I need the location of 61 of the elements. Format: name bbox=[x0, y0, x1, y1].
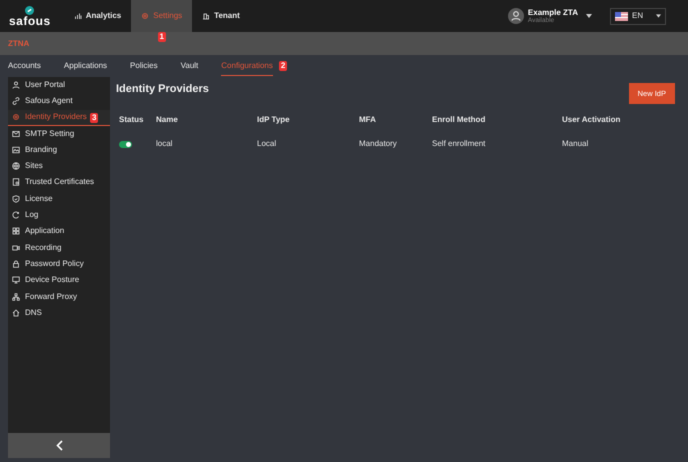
marker-badge: 3 bbox=[90, 113, 98, 123]
sidebar-item[interactable]: Recording bbox=[8, 240, 110, 256]
caret-icon bbox=[656, 14, 661, 18]
sidebar-item[interactable]: User Portal bbox=[8, 77, 110, 94]
globe-icon bbox=[12, 162, 20, 170]
column-header: MFA bbox=[359, 114, 377, 126]
sidebar-item[interactable]: Sites bbox=[8, 158, 110, 175]
column-header: Name bbox=[156, 114, 179, 126]
caret-icon[interactable] bbox=[586, 14, 592, 18]
camera-icon bbox=[12, 244, 20, 252]
column-header: Enroll Method bbox=[432, 114, 486, 126]
sidebar-item[interactable]: Application bbox=[8, 224, 110, 240]
sidebar-item[interactable]: Branding bbox=[8, 142, 110, 158]
user-name: Example ZTA bbox=[528, 8, 578, 16]
sidebar-item[interactable]: Forward Proxy bbox=[8, 288, 110, 306]
nav-tab[interactable]: Tenant bbox=[192, 0, 250, 32]
column-header: IdP Type bbox=[257, 114, 291, 126]
table-cell: Local bbox=[257, 138, 276, 150]
table-cell: Mandatory bbox=[359, 138, 397, 150]
sidebar-item[interactable]: SMTP Setting bbox=[8, 126, 110, 142]
network-icon bbox=[12, 292, 20, 300]
status-toggle[interactable] bbox=[119, 140, 132, 148]
flag-icon bbox=[615, 12, 628, 20]
certificate-icon bbox=[12, 178, 20, 186]
tab[interactable]: Policies bbox=[130, 56, 158, 76]
table-cell: Self enrollment bbox=[432, 138, 486, 150]
shield-icon bbox=[12, 194, 20, 203]
envelope-icon bbox=[12, 130, 20, 138]
avatar-icon bbox=[508, 8, 524, 24]
table-cell: Manual bbox=[562, 138, 588, 150]
sidebar-item[interactable]: DNS bbox=[8, 305, 110, 322]
sidebar-item[interactable]: Log bbox=[8, 207, 110, 224]
tab[interactable]: Vault bbox=[180, 56, 198, 76]
sidebar-item[interactable]: Safous Agent bbox=[8, 93, 110, 110]
building-icon bbox=[202, 12, 210, 20]
monitor-icon bbox=[12, 276, 20, 284]
sidebar-item[interactable]: Device Posture bbox=[8, 272, 110, 289]
chart-icon bbox=[74, 12, 82, 20]
lock-icon bbox=[12, 260, 20, 268]
section-title: ZTNA bbox=[8, 38, 30, 50]
tab[interactable]: Accounts bbox=[8, 56, 41, 76]
image-icon bbox=[12, 146, 20, 154]
sidebar-item[interactable]: License bbox=[8, 191, 110, 208]
chevron-left-icon bbox=[56, 440, 62, 451]
language-dropdown[interactable]: EN bbox=[610, 8, 666, 24]
sidebar-item[interactable]: Trusted Certificates bbox=[8, 174, 110, 192]
brand-name: safous bbox=[9, 14, 51, 26]
nav-tab[interactable]: Analytics bbox=[64, 0, 132, 32]
sidebar-item[interactable]: Password Policy bbox=[8, 256, 110, 273]
home-icon bbox=[12, 308, 20, 317]
tab[interactable]: Applications bbox=[64, 56, 108, 76]
person-icon bbox=[12, 80, 20, 89]
refresh-icon bbox=[12, 211, 20, 220]
table-cell: local bbox=[156, 138, 172, 150]
page-title: Identity Providers bbox=[116, 82, 209, 97]
column-header: User Activation bbox=[562, 114, 622, 126]
link-icon bbox=[12, 96, 20, 105]
column-header: Status bbox=[119, 114, 144, 126]
marker-badge: 2 bbox=[278, 61, 288, 71]
logo-icon bbox=[25, 6, 34, 14]
grid-icon bbox=[12, 227, 20, 236]
